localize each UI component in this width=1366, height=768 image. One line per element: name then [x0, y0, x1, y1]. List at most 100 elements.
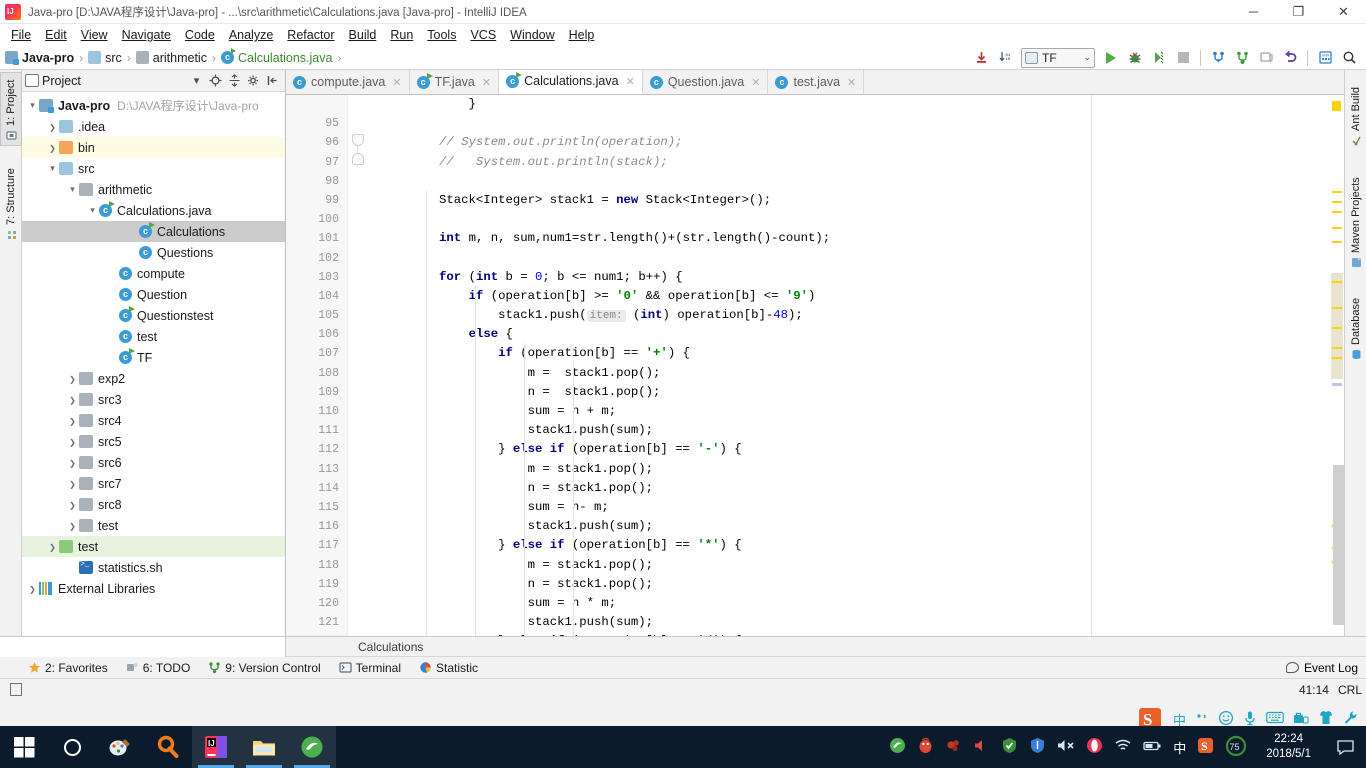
- tool-window-favorites[interactable]: 2: Favorites: [28, 661, 108, 675]
- code-line[interactable]: sum = n + m;: [380, 402, 1091, 421]
- battery-tray-icon[interactable]: [1143, 739, 1162, 756]
- project-tree[interactable]: Java-pro D:\JAVA程序设计\Java-pro .idea bin srca…: [22, 92, 285, 636]
- code-line[interactable]: m = stack1.pop();: [380, 556, 1091, 575]
- tree-node-java-pro[interactable]: Java-pro D:\JAVA程序设计\Java-pro: [22, 95, 285, 116]
- code-line[interactable]: m = stack1.pop();: [380, 364, 1091, 383]
- code-line[interactable]: n = stack1.pop();: [380, 383, 1091, 402]
- menu-view[interactable]: View: [74, 26, 115, 44]
- minimize-button[interactable]: ─: [1231, 0, 1276, 24]
- close-icon[interactable]: ✕: [751, 76, 760, 89]
- code-line[interactable]: // System.out.println(stack);: [380, 153, 1091, 172]
- menu-tools[interactable]: Tools: [420, 26, 463, 44]
- warning-marker[interactable]: [1332, 327, 1342, 329]
- punctuation-icon[interactable]: [1195, 711, 1209, 728]
- tree-expand-toggle[interactable]: [46, 143, 59, 153]
- breadcrumb-item-src[interactable]: src: [105, 51, 122, 65]
- line-number[interactable]: 115: [286, 498, 347, 517]
- line-number[interactable]: 97: [286, 153, 347, 172]
- chevron-down-icon[interactable]: ▾: [189, 73, 204, 88]
- warning-marker[interactable]: [1332, 191, 1342, 193]
- code-line[interactable]: sum = n- m;: [380, 498, 1091, 517]
- close-button[interactable]: ✕: [1321, 0, 1366, 24]
- target-icon[interactable]: [208, 73, 223, 88]
- line-number[interactable]: 119: [286, 575, 347, 594]
- menu-build[interactable]: Build: [342, 26, 384, 44]
- tree-node-arithmetic[interactable]: arithmetic: [22, 179, 285, 200]
- code-line[interactable]: else {: [380, 325, 1091, 344]
- code-line[interactable]: [380, 172, 1091, 191]
- tree-node-compute[interactable]: c compute: [22, 263, 285, 284]
- warning-marker[interactable]: [1332, 357, 1342, 359]
- tree-expand-toggle[interactable]: [66, 437, 79, 447]
- warning-marker[interactable]: [1332, 101, 1341, 111]
- line-number[interactable]: 114: [286, 479, 347, 498]
- editor-tab-tf-java[interactable]: c TF.java ✕: [409, 70, 500, 94]
- toolbox-icon[interactable]: [1293, 711, 1309, 728]
- qq-tray-icon[interactable]: [917, 737, 934, 757]
- editor-tab-compute-java[interactable]: c compute.java ✕: [286, 70, 410, 94]
- sogou-tray-icon[interactable]: S: [1197, 737, 1214, 757]
- code-line[interactable]: } else if (operation[b] == '-') {: [380, 440, 1091, 459]
- warning-marker[interactable]: [1332, 347, 1342, 349]
- vcs-commit-icon[interactable]: [1231, 48, 1253, 68]
- line-number[interactable]: 101: [286, 229, 347, 248]
- breadcrumb-item-file[interactable]: Calculations.java: [238, 51, 333, 65]
- tree-node-src8[interactable]: src8: [22, 494, 285, 515]
- update-project-icon[interactable]: [970, 48, 992, 68]
- menu-navigate[interactable]: Navigate: [115, 26, 178, 44]
- fold-region-end-icon[interactable]: [352, 153, 364, 165]
- tree-node-test[interactable]: test: [22, 515, 285, 536]
- close-icon[interactable]: ✕: [626, 75, 635, 88]
- diff-icon[interactable]: 01 10: [994, 48, 1016, 68]
- cortana-search-button[interactable]: [48, 726, 96, 768]
- line-number[interactable]: 111: [286, 421, 347, 440]
- code-line[interactable]: [380, 249, 1091, 268]
- tree-node-src4[interactable]: src4: [22, 410, 285, 431]
- tree-node-question[interactable]: c Question: [22, 284, 285, 305]
- sidebar-tab-structure[interactable]: 7: Structure: [0, 156, 22, 244]
- line-separator[interactable]: CRL: [1338, 683, 1362, 697]
- file-explorer-app-button[interactable]: [240, 726, 288, 768]
- browser-app-button[interactable]: [288, 726, 336, 768]
- code-line[interactable]: } else if (operation[b] == '*') {: [380, 536, 1091, 555]
- info-marker[interactable]: [1332, 383, 1342, 386]
- menu-run[interactable]: Run: [383, 26, 420, 44]
- editor-tab-strip[interactable]: c compute.java ✕ c TF.java ✕ c Calculations.jav…: [286, 70, 1344, 95]
- notification-center-button[interactable]: [1330, 726, 1360, 768]
- line-number[interactable]: 98: [286, 172, 347, 191]
- tree-node-questions[interactable]: c Questions: [22, 242, 285, 263]
- tree-node-bin[interactable]: bin: [22, 137, 285, 158]
- editor-tab-question-java[interactable]: c Question.java ✕: [642, 70, 769, 94]
- settings-icon[interactable]: [1314, 48, 1336, 68]
- line-number[interactable]: 120: [286, 594, 347, 613]
- line-number[interactable]: 116: [286, 517, 347, 536]
- code-line[interactable]: sum = n * m;: [380, 594, 1091, 613]
- close-icon[interactable]: ✕: [392, 76, 401, 89]
- breadcrumb-item-arithmetic[interactable]: arithmetic: [153, 51, 207, 65]
- code-line[interactable]: stack1.push(sum);: [380, 517, 1091, 536]
- line-number[interactable]: 102: [286, 249, 347, 268]
- line-number-gutter[interactable]: 95 96 97 98 99 100 101 102 103 104 105 106 107 108 109…: [286, 95, 348, 636]
- start-button[interactable]: [0, 726, 48, 768]
- debug-button[interactable]: [1124, 48, 1146, 68]
- sidebar-tab-database[interactable]: Database: [1345, 286, 1366, 364]
- line-number[interactable]: 95: [286, 114, 347, 133]
- code-line[interactable]: [380, 210, 1091, 229]
- tree-node-src3[interactable]: src3: [22, 389, 285, 410]
- tree-expand-toggle[interactable]: [66, 395, 79, 405]
- warning-marker[interactable]: [1332, 241, 1342, 243]
- line-number[interactable]: 104: [286, 287, 347, 306]
- close-icon[interactable]: ✕: [482, 76, 491, 89]
- tool-window-version-control[interactable]: 9: Version Control: [208, 661, 321, 675]
- menu-help[interactable]: Help: [562, 26, 602, 44]
- caret-position[interactable]: 41:14: [1299, 683, 1329, 697]
- code-line[interactable]: // System.out.println(operation);: [380, 133, 1091, 152]
- tool-window-statistic[interactable]: Statistic: [419, 661, 478, 675]
- coverage-button[interactable]: [1148, 48, 1170, 68]
- tree-node-test[interactable]: c test: [22, 326, 285, 347]
- sidebar-tab-maven[interactable]: m Maven Projects: [1345, 166, 1366, 272]
- tree-node-external-libraries[interactable]: External Libraries: [22, 578, 285, 599]
- tree-expand-toggle[interactable]: [66, 458, 79, 468]
- tree-expand-toggle[interactable]: [66, 184, 79, 195]
- warning-marker[interactable]: [1332, 201, 1342, 203]
